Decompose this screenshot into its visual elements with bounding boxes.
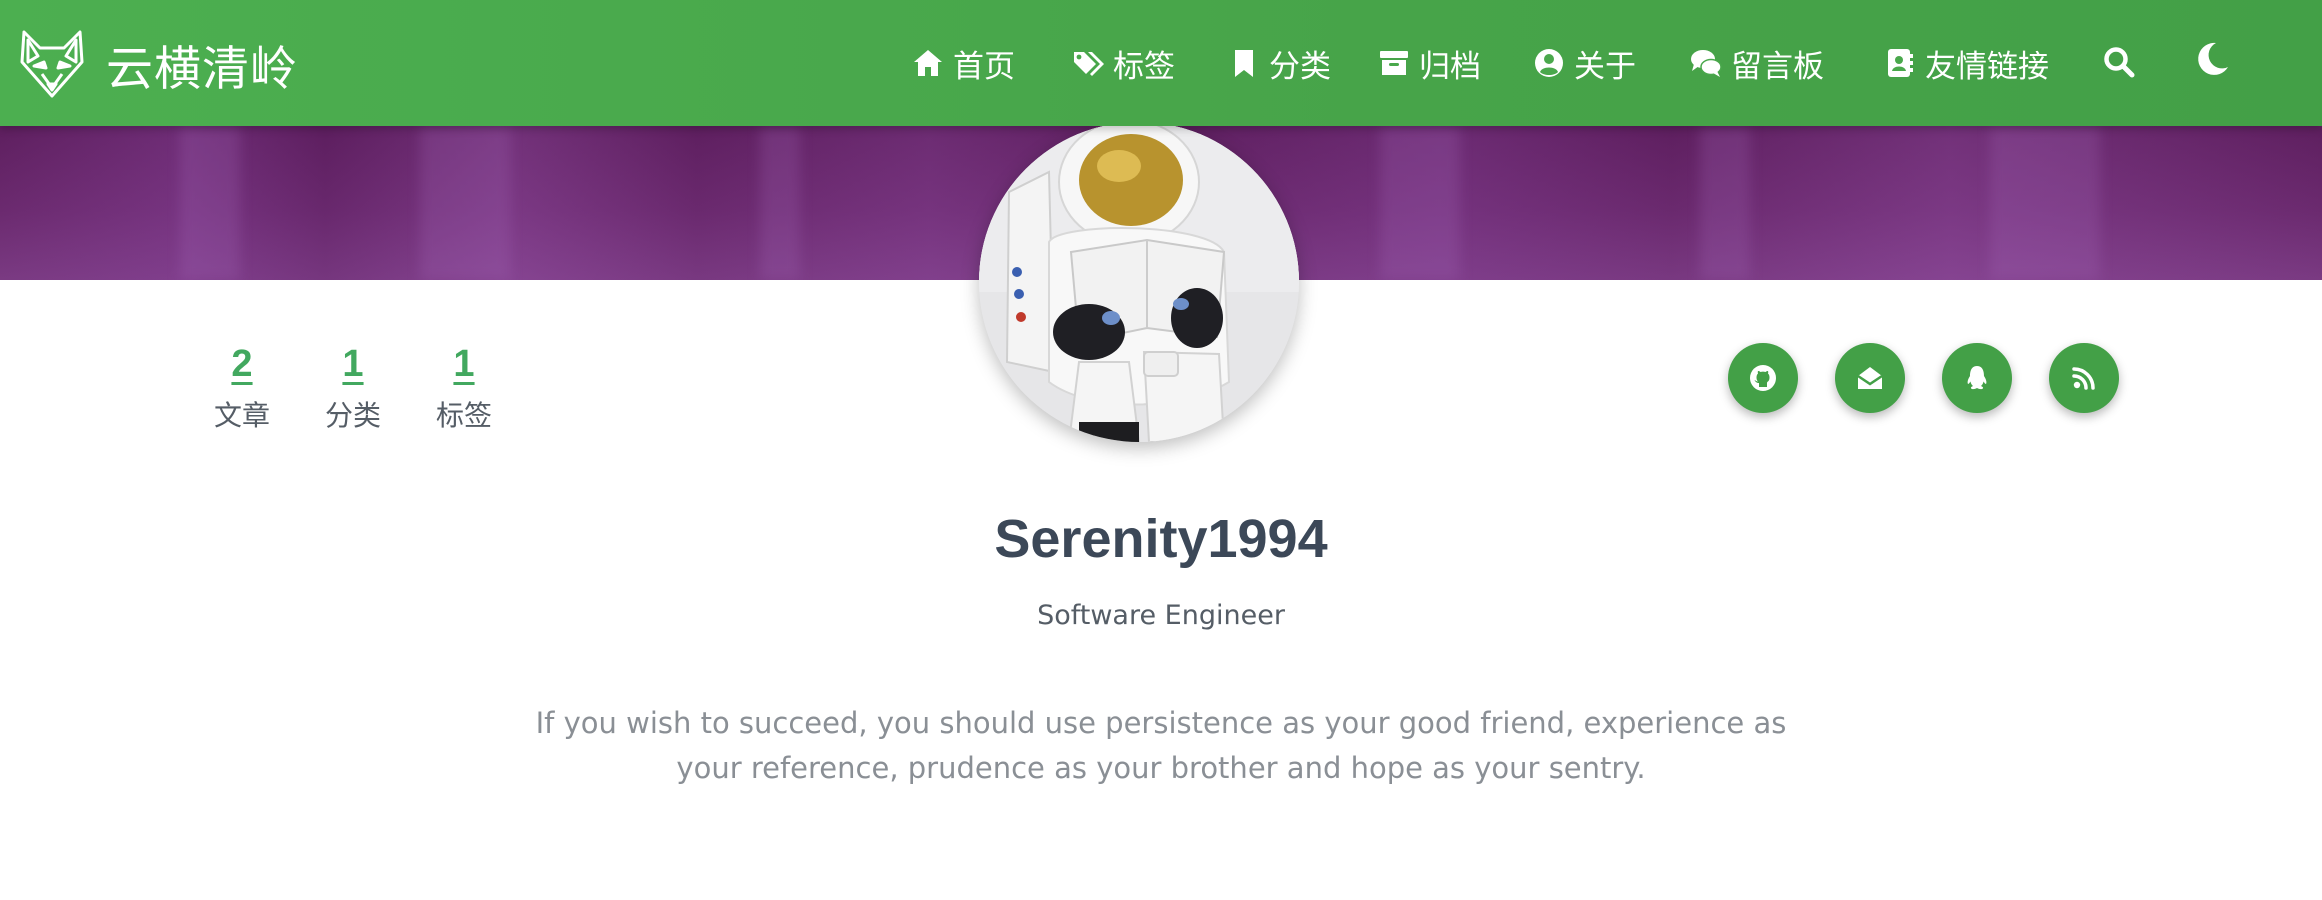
github-icon <box>1750 365 1776 391</box>
stat-posts-count: 2 <box>231 343 253 385</box>
stat-tags[interactable]: 1 标签 <box>414 343 514 434</box>
stat-posts[interactable]: 2 文章 <box>192 343 292 434</box>
search-icon <box>2104 47 2135 78</box>
profile-title: Software Engineer <box>1037 600 1285 631</box>
nav-item-about[interactable]: 关于 <box>1532 40 1636 86</box>
nav-item-guestbook[interactable]: 留言板 <box>1689 40 1824 86</box>
envelope-open-icon <box>1857 367 1883 389</box>
nav-item-label: 首页 <box>953 48 1015 85</box>
nav-item-label: 归档 <box>1419 48 1481 85</box>
nav-item-friend-links[interactable]: 友情链接 <box>1883 40 2049 86</box>
nav-item-label: 关于 <box>1574 48 1636 85</box>
profile-motto: If you wish to succeed, you should use p… <box>535 706 1787 785</box>
github-link-button[interactable] <box>1728 343 1798 413</box>
nav-item-archive[interactable]: 归档 <box>1377 40 1481 86</box>
moon-icon <box>2198 42 2228 75</box>
nav-item-tags[interactable]: 标签 <box>1071 40 1175 86</box>
qq-link-button[interactable] <box>1942 343 2012 413</box>
rss-icon <box>2072 367 2095 390</box>
profile-name: Serenity1994 <box>994 509 1328 569</box>
qq-icon <box>1967 366 1987 390</box>
nav-item-home[interactable]: 首页 <box>911 40 1015 86</box>
user-circle-icon <box>1535 49 1563 77</box>
stat-tags-label: 标签 <box>435 399 492 432</box>
fox-head-icon <box>20 30 84 98</box>
nav-item-label: 留言板 <box>1731 48 1824 85</box>
address-book-icon <box>1888 49 1913 77</box>
email-link-button[interactable] <box>1835 343 1905 413</box>
home-icon <box>914 50 942 76</box>
astronaut-avatar-image <box>979 122 1299 442</box>
profile-avatar <box>979 122 1299 442</box>
nav-item-label: 标签 <box>1113 48 1175 85</box>
tags-icon <box>1074 52 1104 76</box>
bookmark-icon <box>1235 50 1253 77</box>
nav-item-label: 分类 <box>1269 48 1331 85</box>
archive-icon <box>1380 51 1408 75</box>
stat-categories-label: 分类 <box>324 399 381 432</box>
search-button[interactable] <box>2095 38 2143 86</box>
comments-icon <box>1691 50 1722 77</box>
site-brand[interactable]: 云横清岭 <box>18 28 298 100</box>
top-navbar: 云横清岭 首页 标签 分类 归档 关于 留言板 友情链接 <box>0 0 2322 126</box>
site-title: 云横清岭 <box>106 41 298 97</box>
stat-categories-count: 1 <box>342 343 364 385</box>
stat-posts-label: 文章 <box>213 399 270 432</box>
nav-item-label: 友情链接 <box>1925 48 2049 85</box>
nav-item-categories[interactable]: 分类 <box>1227 40 1331 86</box>
theme-toggle-button[interactable] <box>2188 35 2236 83</box>
rss-link-button[interactable] <box>2049 343 2119 413</box>
stat-tags-count: 1 <box>453 343 475 385</box>
stat-categories[interactable]: 1 分类 <box>303 343 403 434</box>
